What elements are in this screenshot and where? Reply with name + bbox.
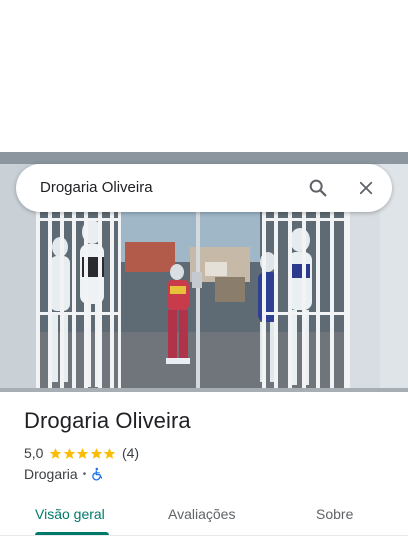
tabs-divider bbox=[0, 535, 408, 536]
search-icon bbox=[309, 179, 327, 197]
place-category: Drogaria bbox=[24, 466, 78, 482]
rating-stars bbox=[49, 447, 117, 460]
star-icon bbox=[63, 447, 76, 459]
place-tabs: Visão geral Avaliações Sobre bbox=[0, 496, 408, 536]
star-icon bbox=[90, 447, 103, 459]
rating-row[interactable]: 5,0 (4) bbox=[24, 444, 139, 462]
tab-reviews[interactable]: Avaliações bbox=[168, 496, 235, 536]
tab-about[interactable]: Sobre bbox=[316, 496, 353, 536]
star-icon bbox=[50, 447, 62, 459]
search-bar[interactable]: Drogaria Oliveira bbox=[16, 164, 392, 212]
rating-value: 5,0 bbox=[24, 445, 44, 461]
close-icon bbox=[359, 181, 373, 195]
star-icon bbox=[77, 447, 89, 459]
category-row: Drogaria • bbox=[24, 465, 105, 483]
separator-dot: • bbox=[82, 468, 87, 480]
search-input[interactable]: Drogaria Oliveira bbox=[40, 179, 153, 196]
place-title: Drogaria Oliveira bbox=[24, 408, 191, 433]
star-icon bbox=[104, 447, 116, 459]
review-count[interactable]: (4) bbox=[122, 445, 139, 461]
clear-search-button[interactable] bbox=[350, 172, 382, 204]
tab-overview[interactable]: Visão geral bbox=[35, 496, 105, 536]
wheelchair-icon bbox=[91, 467, 105, 481]
top-blank-area bbox=[0, 0, 408, 152]
search-button[interactable] bbox=[302, 172, 334, 204]
